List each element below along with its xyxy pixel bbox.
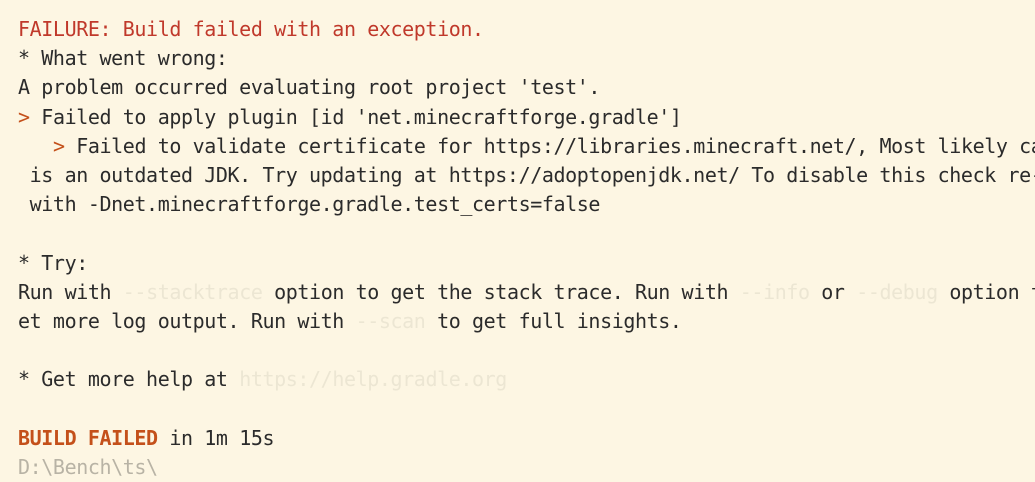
help-line: * Get more help at https://help.gradle.o… [18,365,1035,394]
log-output-text: et more log output. Run with [18,308,356,333]
stack-trace-text: option to get the stack trace. Run with [262,279,740,304]
cert-message-1: Failed to validate certificate for https… [64,133,1035,158]
apply-plugin-line: > Failed to apply plugin [id 'net.minecr… [18,103,1035,132]
prompt-path: D:\Bench\ts\ [18,454,158,479]
or-text: or [809,279,857,304]
problem-message: A problem occurred evaluating root proje… [18,75,601,100]
option-text: option to g [949,279,1035,304]
cert-line-3: with -Dnet.minecraftforge.gradle.test_ce… [18,190,1035,219]
build-failed-label: BUILD FAILED [18,425,158,450]
run-with-text: Run with [18,279,123,304]
prompt-line: D:\Bench\ts\ [18,453,1035,482]
insights-text: to get full insights. [425,308,682,333]
arrow-marker: > [52,133,65,158]
run-with-line-1: Run with --stacktrace option to get the … [18,278,1035,307]
cert-message-3: with -Dnet.minecraftforge.gradle.test_ce… [18,192,601,217]
debug-option: --debug [856,279,938,304]
cert-message-2: is an outdated JDK. Try updating at http… [18,162,1035,187]
stacktrace-option: --stacktrace [122,279,263,304]
what-went-wrong-line: * What went wrong: [18,44,1035,73]
build-duration: in 1m 15s [157,425,275,450]
cert-line-2: is an outdated JDK. Try updating at http… [18,161,1035,190]
try-line: * Try: [18,249,1035,278]
info-option: --info [739,279,810,304]
help-link[interactable]: https://help.gradle.org [239,367,507,391]
cert-line-1: > Failed to validate certificate for htt… [18,132,1035,161]
help-prefix: * Get more help at [18,367,240,392]
failure-message: FAILURE: Build failed with an exception. [18,17,484,41]
run-with-line-2: et more log output. Run with --scan to g… [18,307,1035,336]
scan-option: --scan [355,308,426,333]
build-failed-line: BUILD FAILED in 1m 15s [18,424,1035,453]
try-heading: * Try: [18,250,88,275]
apply-plugin-message: Failed to apply plugin [id 'net.minecraf… [29,104,682,129]
arrow-marker: > [18,104,30,129]
what-went-wrong-heading: * What went wrong: [18,46,228,71]
terminal-output: FAILURE: Build failed with an exception.… [0,15,1035,482]
problem-line: A problem occurred evaluating root proje… [18,73,1035,102]
failure-line: FAILURE: Build failed with an exception. [18,15,1035,44]
